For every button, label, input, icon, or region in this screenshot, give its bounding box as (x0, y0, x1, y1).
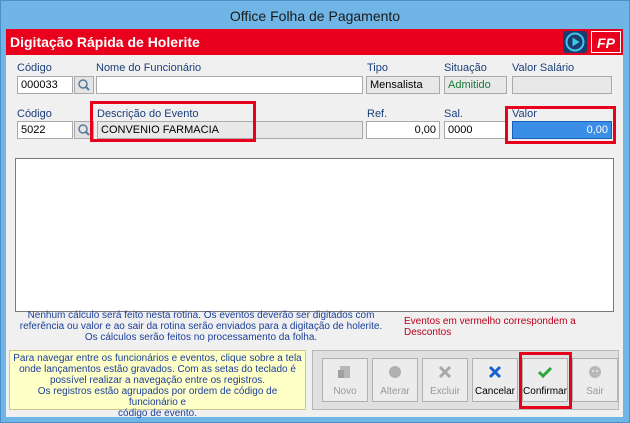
ref-field[interactable]: 0,00 (366, 121, 440, 139)
situacao-field: Admitido (444, 76, 507, 94)
event-code-label: Código (17, 108, 52, 120)
window-title: Office Folha de Pagamento (229, 8, 401, 24)
help-line: Os registros estão agrupados por ordem d… (37, 386, 278, 408)
employee-name-label: Nome do Funcionário (96, 62, 202, 74)
tipo-label: Tipo (367, 62, 388, 74)
cancelar-label: Cancelar (474, 386, 516, 397)
help-line: Para navegar entre os funcionários e eve… (13, 353, 302, 364)
sal-label: Sal. (444, 108, 463, 120)
exit-icon (589, 366, 601, 378)
employee-lookup-button[interactable] (74, 76, 94, 94)
events-grid[interactable] (15, 158, 614, 312)
excluir-label: Excluir (429, 386, 460, 397)
info-note-line: Os cálculos serão feitos no processament… (84, 332, 318, 343)
delete-icon (438, 365, 452, 379)
main-panel: Digitação Rápida de Holerite FP Código 0… (6, 29, 623, 419)
alterar-label: Alterar (380, 386, 410, 397)
edit-icon (389, 366, 401, 378)
description-highlight (90, 101, 256, 142)
header-bar: Digitação Rápida de Holerite FP (6, 29, 623, 55)
page-title: Digitação Rápida de Holerite (10, 34, 200, 50)
help-line: possível realizar a navegação entre os r… (49, 375, 266, 386)
discount-note: Eventos em vermelho correspondem a Desco… (404, 316, 576, 338)
valor-highlight (505, 106, 616, 144)
info-note-line: Nenhum cálculo será feito nesta rotina. … (27, 310, 375, 321)
employee-code-label: Código (17, 62, 52, 74)
employee-code-field[interactable]: 000033 (17, 76, 73, 94)
salario-label: Valor Salário (512, 62, 575, 74)
cancel-icon (488, 365, 502, 379)
novo-button[interactable]: Novo (322, 358, 368, 402)
info-note: Nenhum cálculo será feito nesta rotina. … (16, 310, 386, 343)
employee-name-field[interactable] (96, 76, 363, 94)
sair-label: Sair (586, 386, 604, 397)
new-document-icon (338, 366, 350, 378)
sair-button[interactable]: Sair (572, 358, 618, 402)
salario-field (512, 76, 612, 94)
info-note-line: referência ou valor e ao sair da rotina … (19, 321, 383, 332)
ref-label: Ref. (367, 108, 388, 120)
excluir-button[interactable]: Excluir (422, 358, 468, 402)
confirmar-highlight (519, 352, 572, 409)
play-icon[interactable] (563, 31, 587, 53)
help-line: código de evento. (118, 408, 197, 419)
action-toolbar: Novo Alterar Excluir Cancelar Confirmar … (312, 350, 619, 410)
app-window: Office Folha de Pagamento Digitação Rápi… (0, 0, 630, 423)
help-line: onde lançamentos estão gravados. Com as … (19, 364, 296, 375)
fp-logo: FP (591, 31, 621, 53)
alterar-button[interactable]: Alterar (372, 358, 418, 402)
novo-label: Novo (333, 386, 357, 397)
situacao-label: Situação (444, 62, 487, 74)
event-code-field[interactable]: 5022 (17, 121, 73, 139)
search-icon (78, 79, 90, 91)
tipo-field: Mensalista (366, 76, 440, 94)
sal-field[interactable]: 0000 (444, 121, 507, 139)
cancelar-button[interactable]: Cancelar (472, 358, 518, 402)
help-box: Para navegar entre os funcionários e eve… (9, 350, 306, 419)
